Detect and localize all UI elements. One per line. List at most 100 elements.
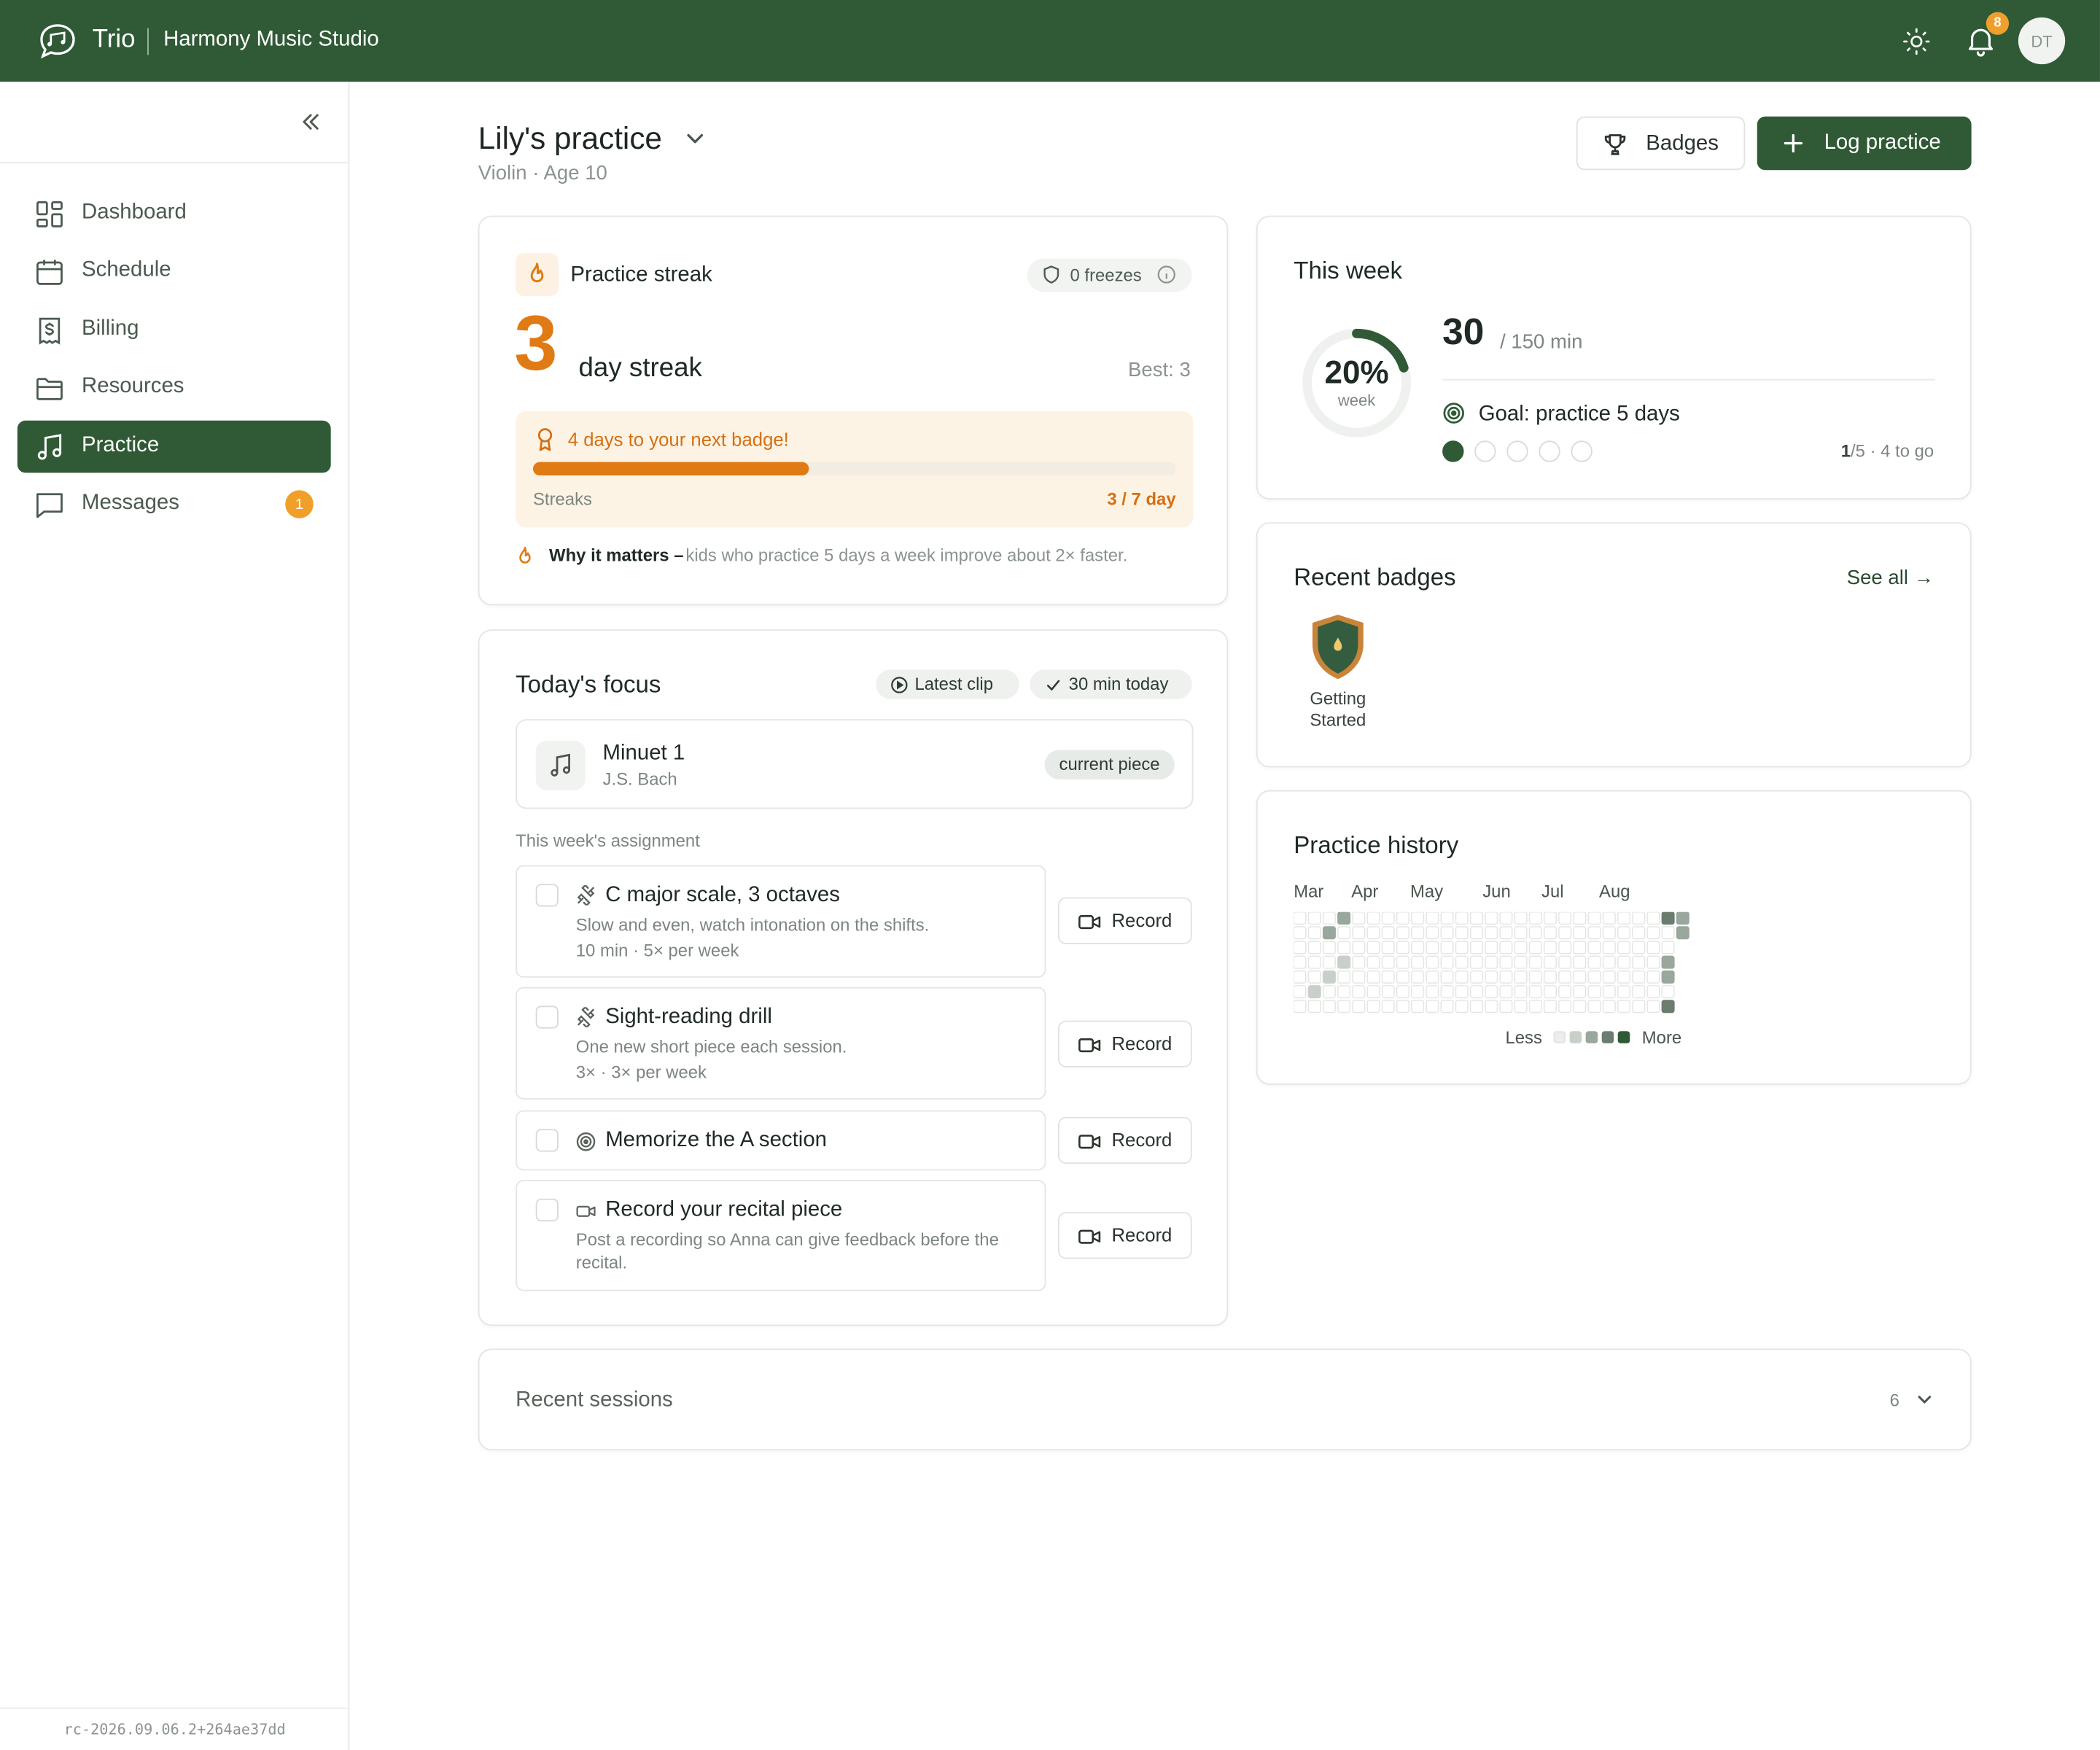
- badge-progress-fill: [533, 462, 810, 476]
- billing-icon: [39, 317, 61, 345]
- sidebar-item-label: Billing: [82, 317, 139, 341]
- heatmap-day-cell: [1587, 970, 1601, 984]
- record-button[interactable]: Record: [1057, 897, 1192, 944]
- next-badge-message: 4 days to your next badge!: [567, 428, 789, 451]
- legend-swatch: [1553, 1031, 1566, 1043]
- heatmap-day-cell: [1558, 955, 1572, 969]
- heatmap-day-cell: [1469, 955, 1483, 969]
- goal-day-dot: [1571, 440, 1592, 462]
- legend-swatch: [1585, 1031, 1598, 1043]
- sidebar-item-resources[interactable]: Resources: [18, 362, 331, 414]
- video-camera-icon: [576, 1205, 596, 1217]
- piece-name: Minuet 1: [602, 742, 685, 765]
- heatmap-day-cell: [1307, 955, 1321, 969]
- task-checkbox[interactable]: [535, 1006, 559, 1029]
- badges-button[interactable]: Badges: [1576, 116, 1746, 171]
- sidebar-item-schedule[interactable]: Schedule: [18, 245, 331, 298]
- user-avatar[interactable]: DT: [2018, 17, 2066, 65]
- log-practice-button[interactable]: Log practice: [1757, 116, 1972, 171]
- heatmap-day-cell: [1602, 970, 1616, 984]
- weekly-goal: Goal: practice 5 days: [1478, 402, 1680, 427]
- task-checkbox[interactable]: [535, 1129, 559, 1152]
- award-ribbon-icon: [537, 428, 553, 451]
- task-name: Memorize the A section: [605, 1129, 828, 1152]
- exercise-icon: [577, 885, 595, 906]
- heatmap-day-cell: [1573, 1000, 1587, 1014]
- task-checkbox[interactable]: [535, 884, 559, 907]
- freezes-pill[interactable]: 0 freezes: [1027, 258, 1192, 292]
- assignment-label: This week's assignment: [516, 830, 700, 851]
- weekly-percent-label: week: [1337, 391, 1376, 411]
- record-label: Record: [1111, 909, 1172, 931]
- heatmap-day-cell: [1440, 1000, 1454, 1014]
- heatmap-day-cell: [1469, 985, 1483, 999]
- heatmap-day-cell: [1337, 911, 1351, 925]
- heatmap-day-cell: [1573, 926, 1587, 940]
- assignment-task: Sight-reading drill One new short piece …: [516, 987, 1046, 1100]
- heatmap-day-cell: [1396, 970, 1409, 984]
- this-week-card: This week 20% week 30 / 150 min Goal: pr…: [1256, 215, 1972, 500]
- practice-history-title: Practice history: [1294, 831, 1459, 859]
- theme-sun-icon[interactable]: [1902, 27, 1931, 56]
- chevron-down-icon[interactable]: [683, 126, 707, 150]
- chevron-down-icon[interactable]: [1914, 1389, 1935, 1410]
- heatmap-day-cell: [1514, 926, 1528, 940]
- record-label: Record: [1111, 1224, 1172, 1246]
- heatmap-day-cell: [1381, 911, 1395, 925]
- heatmap-day-cell: [1352, 926, 1366, 940]
- sidebar-item-label: Dashboard: [82, 201, 187, 224]
- heatmap-day-cell: [1396, 1000, 1409, 1014]
- trio-logo-icon[interactable]: [37, 21, 77, 61]
- heatmap-day-cell: [1587, 955, 1601, 969]
- record-button[interactable]: Record: [1057, 1020, 1192, 1068]
- heatmap-day-cell: [1294, 985, 1307, 999]
- heatmap-day-cell: [1469, 941, 1483, 954]
- streak-best: Best: 3: [1128, 359, 1191, 382]
- page-title[interactable]: Lily's practice: [478, 120, 662, 157]
- heatmap-day-cell: [1366, 926, 1380, 940]
- latest-clip-pill[interactable]: Latest clip: [876, 669, 1019, 699]
- legend-swatch: [1617, 1031, 1630, 1043]
- brand-name: Trio: [92, 25, 136, 54]
- heatmap-day-cell: [1528, 911, 1542, 925]
- badge-name: Getting Started: [1310, 688, 1366, 731]
- sidebar-item-billing[interactable]: Billing: [18, 304, 331, 357]
- heatmap-day-cell: [1632, 911, 1646, 925]
- sidebar-item-messages[interactable]: Messages 1: [18, 478, 331, 531]
- heatmap-day-cell: [1322, 911, 1336, 925]
- heatmap-day-cell: [1455, 970, 1469, 984]
- heatmap-day-cell: [1366, 970, 1380, 984]
- recent-sessions-card[interactable]: Recent sessions 6: [478, 1348, 1972, 1451]
- info-icon[interactable]: [1157, 265, 1176, 284]
- heatmap-day-cell: [1602, 911, 1616, 925]
- heatmap-day-cell: [1543, 1000, 1557, 1014]
- trophy-icon: [1604, 134, 1626, 155]
- goal-day-dot: [1539, 440, 1560, 462]
- dashboard-icon: [36, 201, 63, 228]
- heatmap-day-cell: [1426, 1000, 1439, 1014]
- heatmap-day-cell: [1396, 955, 1409, 969]
- this-week-title: This week: [1294, 257, 1403, 284]
- heatmap-day-cell: [1676, 911, 1689, 925]
- heatmap-day-cell: [1455, 941, 1469, 954]
- record-button[interactable]: Record: [1057, 1116, 1192, 1164]
- minutes-today-label: 30 min today: [1068, 673, 1169, 694]
- heatmap-day-cell: [1528, 955, 1542, 969]
- collapse-sidebar-icon[interactable]: [298, 109, 324, 136]
- see-all-badges-link[interactable]: See all →: [1847, 567, 1934, 589]
- heatmap-day-cell: [1411, 926, 1425, 940]
- heatmap-day-cell: [1307, 970, 1321, 984]
- current-piece[interactable]: Minuet 1 J.S. Bach current piece: [516, 719, 1194, 809]
- heatmap-day-cell: [1307, 941, 1321, 954]
- badges-button-label: Badges: [1646, 132, 1719, 156]
- heatmap-day-cell: [1646, 985, 1660, 999]
- heatmap-day-cell: [1381, 941, 1395, 954]
- heatmap-day-cell: [1543, 911, 1557, 925]
- heatmap-day-cell: [1426, 970, 1439, 984]
- getting-started-badge-icon[interactable]: [1307, 612, 1369, 682]
- sidebar-item-dashboard[interactable]: Dashboard: [18, 187, 331, 240]
- record-button[interactable]: Record: [1057, 1212, 1192, 1259]
- task-checkbox[interactable]: [535, 1198, 559, 1222]
- why-text: kids who practice 5 days a week improve …: [685, 545, 1128, 566]
- sidebar-item-practice[interactable]: Practice: [17, 420, 331, 473]
